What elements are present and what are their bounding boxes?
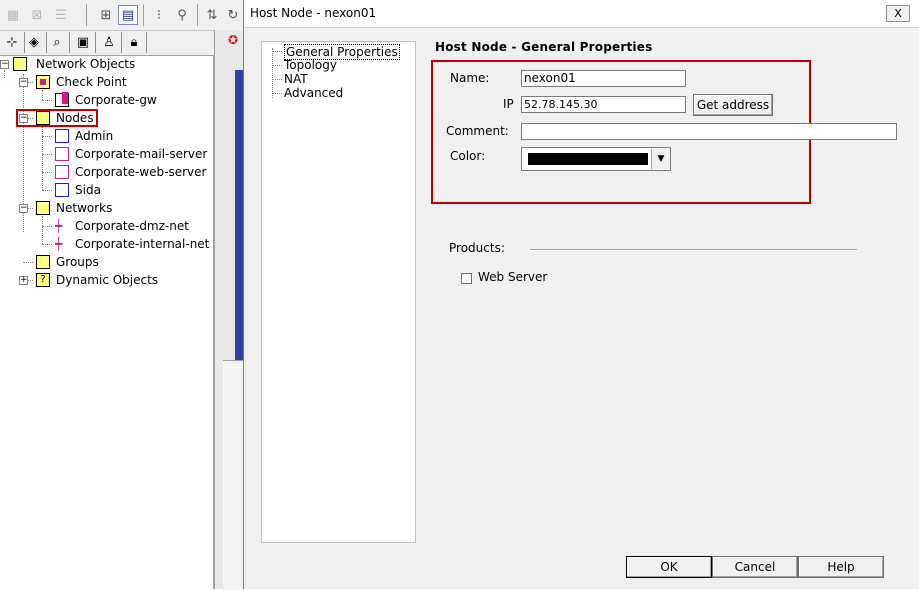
users-tab-icon[interactable]: ♙ <box>97 32 122 53</box>
toolbar-separator <box>197 4 198 26</box>
server-icon <box>55 165 69 179</box>
color-label: Color: <box>450 149 486 163</box>
vpn-tab-icon[interactable]: 🔒︎ <box>122 32 147 53</box>
host-icon <box>55 129 69 143</box>
collapse-check-point[interactable]: − <box>19 78 28 87</box>
network-objects-icon <box>13 57 27 71</box>
network-icon: ┿ <box>55 219 63 233</box>
lower-pane <box>223 360 244 590</box>
network-objects-tree: − Network Objects − Check Point Corporat… <box>0 56 214 589</box>
section-heading: Host Node - General Properties <box>435 40 653 54</box>
nav-advanced[interactable]: Advanced <box>284 86 343 100</box>
help-button[interactable]: Help <box>798 556 884 578</box>
tree-item-corporate-gw[interactable]: Corporate-gw <box>75 92 157 109</box>
tree-item-dynamic-objects[interactable]: Dynamic Objects <box>56 272 158 289</box>
dialog-titlebar: Host Node - nexon01 X <box>244 0 919 28</box>
list-icon[interactable]: ☰ <box>51 5 71 25</box>
tree-item-corporate-mail-server[interactable]: Corporate-mail-server <box>75 146 207 163</box>
collapse-network-objects[interactable]: − <box>0 60 9 69</box>
toolbar-separator <box>143 4 144 26</box>
main-content-strip: ✪ <box>214 30 244 590</box>
ip-label: IP <box>503 97 514 111</box>
tree-item-sida[interactable]: Sida <box>75 182 101 199</box>
details-list-icon[interactable]: ⁝ <box>149 5 169 25</box>
tree-item-corporate-web-server[interactable]: Corporate-web-server <box>75 164 206 181</box>
tree-item-check-point[interactable]: Check Point <box>56 74 127 91</box>
main-toolbar: ▦ ⊠ ☰ ⊞ ▤ ⁝ ⚲ ⇅ ↻ <box>0 0 243 31</box>
tree-item-networks[interactable]: Networks <box>56 200 112 217</box>
properties-nav-tree: General Properties Topology NAT Advanced <box>261 41 416 543</box>
color-select[interactable]: ▼ <box>521 147 671 171</box>
products-label: Products: <box>449 241 505 255</box>
ok-button[interactable]: OK <box>626 556 712 578</box>
cancel-button[interactable]: Cancel <box>712 556 798 578</box>
toolbar-separator <box>86 4 87 26</box>
chevron-down-icon[interactable]: ▼ <box>651 149 670 169</box>
grid-icon[interactable]: ▦ <box>3 5 23 25</box>
tree-item-groups[interactable]: Groups <box>56 254 99 271</box>
name-input[interactable]: nexon01 <box>521 70 686 87</box>
dialog-title: Host Node - nexon01 <box>250 6 377 20</box>
tree-item-corporate-dmz-net[interactable]: Corporate-dmz-net <box>75 218 189 235</box>
expand-dynamic-objects[interactable]: + <box>19 276 28 285</box>
host-node-dialog: Host Node - nexon01 X General Properties… <box>243 0 919 589</box>
products-divider <box>530 249 857 251</box>
comment-input[interactable] <box>521 123 897 140</box>
cross-grid-icon[interactable]: ⊠ <box>27 5 47 25</box>
table-view-icon[interactable]: ▤ <box>118 5 138 25</box>
ip-input[interactable]: 52.78.145.30 <box>521 96 686 113</box>
services-tab-icon[interactable]: ◈ <box>22 32 47 53</box>
nav-nat[interactable]: NAT <box>284 72 308 86</box>
tree-item-network-objects[interactable]: Network Objects <box>36 56 135 73</box>
object-tabs: ⊹ ◈ ⌕ ▣ ♙ 🔒︎ <box>0 31 214 56</box>
collapse-networks[interactable]: − <box>19 204 28 213</box>
web-server-checkbox[interactable] <box>461 273 472 284</box>
network-icon: ┿ <box>55 237 63 251</box>
groups-icon <box>36 255 50 269</box>
nodes-highlight-box <box>16 109 98 127</box>
color-swatch <box>528 153 648 165</box>
sort-icon[interactable]: ⇅ <box>202 5 222 25</box>
comment-label: Comment: <box>446 124 509 138</box>
networks-folder-icon <box>36 201 50 215</box>
name-label: Name: <box>450 71 490 85</box>
web-server-label: Web Server <box>478 270 548 284</box>
server-icon <box>55 147 69 161</box>
get-address-button[interactable]: Get address <box>693 94 773 116</box>
close-button[interactable]: X <box>886 5 910 22</box>
policy-icon: ✪ <box>227 33 239 47</box>
tree-view-icon[interactable]: ⊞ <box>96 5 116 25</box>
dynamic-objects-icon: ? <box>36 273 50 287</box>
servers-tab-icon[interactable]: ▣ <box>71 32 96 53</box>
topology-icon[interactable]: ⚲ <box>172 5 192 25</box>
refresh-icon[interactable]: ↻ <box>226 5 240 25</box>
gateway-icon <box>55 92 69 107</box>
host-icon <box>55 183 69 197</box>
tree-item-corporate-internal-net[interactable]: Corporate-internal-net <box>75 236 209 253</box>
tree-item-admin[interactable]: Admin <box>75 128 113 145</box>
nav-topology[interactable]: Topology <box>284 58 337 72</box>
resources-tab-icon[interactable]: ⌕ <box>45 32 70 53</box>
check-point-folder-icon <box>36 75 50 89</box>
